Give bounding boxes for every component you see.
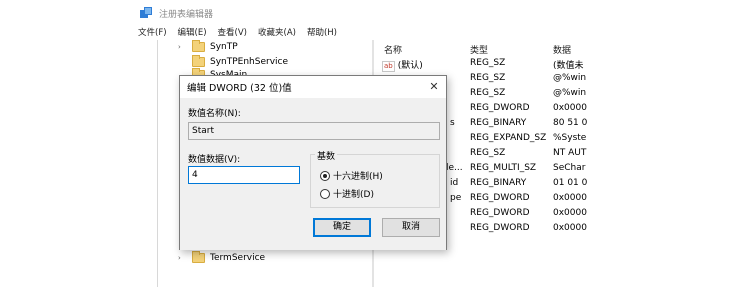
menu-edit[interactable]: 编辑(E) [178, 26, 207, 38]
column-header-name[interactable]: 名称 [384, 43, 402, 56]
base-label: 基数 [315, 149, 338, 162]
tree-item-label: SynTPEnhService [210, 57, 289, 67]
value-data: 0x0000 [553, 193, 587, 203]
value-type: REG_EXPAND_SZ [470, 133, 547, 143]
regedit-icon [140, 6, 153, 20]
tree-item-syntpenhservice[interactable]: SynTPEnhService [178, 55, 288, 69]
value-data: 0x0000 [553, 223, 587, 233]
menu-file[interactable]: 文件(F) [138, 26, 167, 38]
tree-item-label: TermService [210, 253, 266, 263]
menu-bar: 文件(F) 编辑(E) 查看(V) 收藏夹(A) 帮助(H) [130, 24, 590, 40]
value-type: REG_SZ [470, 148, 506, 158]
expand-arrow-icon[interactable]: › [178, 254, 186, 262]
edit-dword-dialog: 编辑 DWORD (32 位)值 ✕ 数值名称(N): Start 数值数据(V… [179, 75, 447, 250]
value-name: pe [450, 193, 462, 203]
tree-item-termservice[interactable]: › TermService [178, 251, 265, 265]
tree-item-label: SynTP [210, 42, 238, 52]
menu-view[interactable]: 查看(V) [218, 26, 247, 38]
column-header-data[interactable]: 数据 [553, 43, 571, 56]
value-data-input[interactable]: 4 [188, 166, 300, 184]
ab-string-icon: ab [382, 61, 395, 72]
value-type: REG_SZ [470, 58, 506, 68]
folder-icon [192, 251, 205, 263]
value-type: REG_DWORD [470, 103, 530, 113]
title-bar: 注册表编辑器 [130, 4, 590, 22]
value-type: REG_DWORD [470, 223, 530, 233]
value-name-label: 数值名称(N): [188, 109, 241, 119]
value-type: REG_BINARY [470, 118, 527, 128]
hex-radio[interactable]: 十六进制(H) [320, 169, 383, 182]
column-header-type[interactable]: 类型 [470, 43, 488, 56]
window-title: 注册表编辑器 [159, 9, 214, 20]
menu-favorites[interactable]: 收藏夹(A) [258, 26, 296, 38]
folder-icon [192, 55, 205, 67]
value-type: REG_SZ [470, 88, 506, 98]
value-type: REG_MULTI_SZ [470, 163, 537, 173]
value-row[interactable]: ab (默认) REG_SZ (数值未 [380, 58, 590, 73]
ok-button[interactable]: 确定 [313, 218, 371, 237]
value-type: REG_DWORD [470, 193, 530, 203]
value-name: id [450, 178, 459, 188]
value-data: 01 01 0 [553, 178, 588, 188]
value-data: @%win [553, 88, 587, 98]
value-data-label: 数值数据(V): [188, 155, 241, 165]
dialog-title-bar[interactable]: 编辑 DWORD (32 位)值 ✕ [180, 76, 446, 98]
close-icon[interactable]: ✕ [426, 79, 442, 95]
value-name: (默认) [397, 61, 423, 71]
value-data: 0x0000 [553, 103, 587, 113]
menu-help[interactable]: 帮助(H) [307, 26, 337, 38]
value-name-field: Start [188, 122, 440, 140]
radio-checked-icon[interactable] [320, 170, 330, 181]
dialog-title: 编辑 DWORD (32 位)值 [187, 83, 292, 94]
decimal-radio[interactable]: 十进制(D) [320, 187, 374, 200]
folder-icon [192, 40, 205, 52]
value-data: 0x0000 [553, 208, 587, 218]
expand-arrow-icon[interactable]: › [178, 43, 186, 51]
value-data: 80 51 0 [553, 118, 588, 128]
value-data: SeChar [553, 163, 586, 173]
value-type: REG_DWORD [470, 208, 530, 218]
value-name: le... [446, 163, 463, 173]
cancel-button[interactable]: 取消 [382, 218, 440, 237]
decimal-radio-label[interactable]: 十进制(D) [333, 187, 374, 200]
value-data: NT AUT [553, 148, 587, 158]
value-type: REG_SZ [470, 73, 506, 83]
value-data: %Syste [553, 133, 587, 143]
value-data: @%win [553, 73, 587, 83]
value-type: REG_BINARY [470, 178, 527, 188]
dialog-body: 数值名称(N): Start 数值数据(V): 4 基数 十六进制(H) 十进制… [180, 98, 446, 250]
value-data: (数值未 [553, 61, 584, 71]
hex-radio-label[interactable]: 十六进制(H) [333, 169, 383, 182]
tree-item-syntp[interactable]: › SynTP [178, 40, 238, 54]
radio-unchecked-icon[interactable] [320, 188, 330, 199]
value-name: s [450, 118, 455, 128]
